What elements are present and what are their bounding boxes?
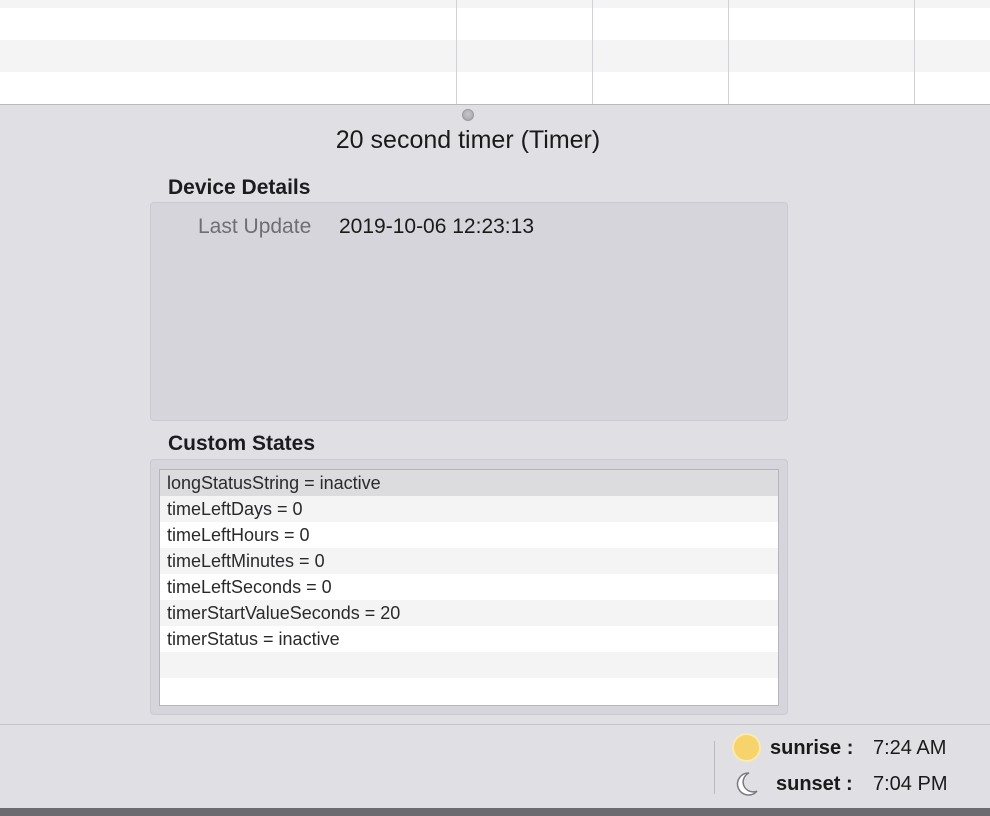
status-bar-separator (714, 741, 715, 794)
table-row[interactable] (0, 8, 990, 40)
empty-list-row (160, 652, 778, 678)
sunset-label: sunset : (776, 773, 853, 795)
table-row[interactable] (0, 72, 990, 104)
list-item[interactable]: timeLeftHours = 0 (160, 522, 778, 548)
window-bottom-edge (0, 808, 990, 816)
custom-states-panel: longStatusString = inactive timeLeftDays… (150, 459, 788, 715)
moon-icon (736, 772, 758, 796)
last-update-value: 2019-10-06 12:23:13 (339, 215, 534, 238)
device-table[interactable] (0, 0, 990, 105)
list-item[interactable]: timeLeftDays = 0 (160, 496, 778, 522)
sunrise-time: 7:24 AM (873, 737, 947, 759)
sun-icon (734, 735, 759, 760)
custom-states-heading: Custom States (168, 432, 316, 455)
column-divider[interactable] (728, 0, 729, 104)
list-item[interactable]: timerStartValueSeconds = 20 (160, 600, 778, 626)
column-divider[interactable] (914, 0, 915, 104)
column-divider[interactable] (592, 0, 593, 104)
table-row[interactable] (0, 40, 990, 72)
table-row[interactable] (0, 0, 990, 8)
column-divider[interactable] (456, 0, 457, 104)
list-item[interactable]: longStatusString = inactive (160, 470, 778, 496)
device-title: 20 second timer (Timer) (335, 126, 601, 154)
device-details-panel: Last Update 2019-10-06 12:23:13 (150, 202, 788, 421)
sunset-time: 7:04 PM (873, 773, 948, 795)
list-item[interactable]: timerStatus = inactive (160, 626, 778, 652)
list-item[interactable]: timeLeftMinutes = 0 (160, 548, 778, 574)
empty-list-row (160, 678, 778, 704)
list-item[interactable]: timeLeftSeconds = 0 (160, 574, 778, 600)
sunrise-label: sunrise : (770, 737, 854, 759)
custom-states-list[interactable]: longStatusString = inactive timeLeftDays… (159, 469, 779, 706)
last-update-label: Last Update (198, 215, 312, 238)
device-details-heading: Device Details (168, 176, 311, 199)
status-bar-divider (0, 724, 990, 725)
split-view-handle[interactable] (462, 109, 474, 121)
